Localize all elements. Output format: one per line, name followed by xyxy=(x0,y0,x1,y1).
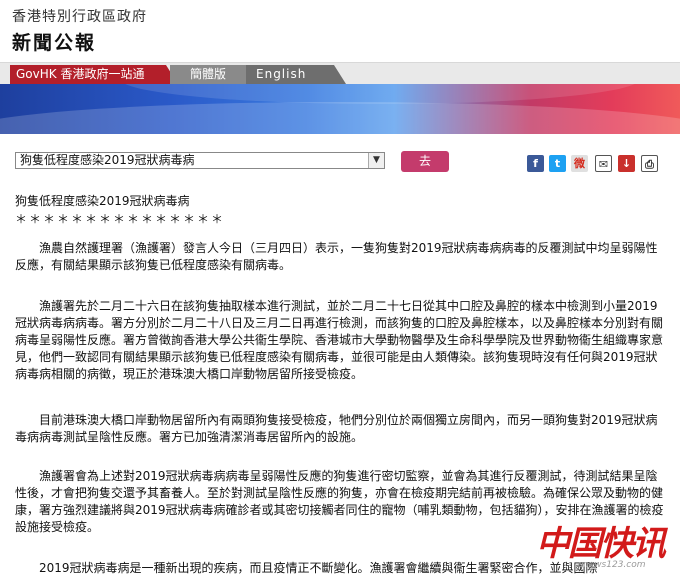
download-icon[interactable]: ↓ xyxy=(618,155,635,172)
site-watermark: 中国快讯 cnews123.com xyxy=(536,516,676,576)
chevron-down-icon[interactable]: ▼ xyxy=(368,153,384,168)
article-title: 狗隻低程度感染2019冠狀病毒病 xyxy=(15,194,190,208)
email-icon[interactable]: ✉ xyxy=(595,155,612,172)
weibo-icon[interactable]: 微 xyxy=(571,155,588,172)
language-nav: GovHK 香港政府一站通 簡體版 English xyxy=(0,62,680,84)
simplified-chinese-link[interactable]: 簡體版 xyxy=(170,65,260,84)
twitter-icon[interactable]: t xyxy=(549,155,566,172)
header-banner xyxy=(0,84,680,134)
site-header: 香港特別行政區政府 新聞公報 xyxy=(0,0,680,62)
article-paragraph: 漁護署先於二月二十六日在該狗隻抽取樣本進行測試，並於二月二十七日從其中口腔及鼻腔… xyxy=(15,299,664,381)
title-divider: ＊＊＊＊＊＊＊＊＊＊＊＊＊＊＊ xyxy=(15,212,226,226)
article-paragraph: 漁農自然護理署（漁護署）發言人今日（三月四日）表示，一隻狗隻對2019冠狀病毒病… xyxy=(15,241,658,272)
article-select-value: 狗隻低程度感染2019冠狀病毒病 xyxy=(20,153,195,167)
article-toolbar: 狗隻低程度感染2019冠狀病毒病 ▼ 去 f t 微 ✉ ↓ ⎙ xyxy=(0,140,680,180)
facebook-icon[interactable]: f xyxy=(527,155,544,172)
government-name: 香港特別行政區政府 xyxy=(12,9,147,25)
press-releases-title[interactable]: 新聞公報 xyxy=(12,28,96,55)
english-link[interactable]: English xyxy=(246,65,346,84)
go-button[interactable]: 去 xyxy=(401,151,449,172)
watermark-url: cnews123.com xyxy=(578,560,646,570)
article-select[interactable]: 狗隻低程度感染2019冠狀病毒病 ▼ xyxy=(15,152,385,169)
govhk-link[interactable]: GovHK 香港政府一站通 xyxy=(10,65,178,84)
watermark-logo: 中国快讯 xyxy=(536,524,666,564)
article-paragraph: 目前港珠澳大橋口岸動物居留所內有兩頭狗隻接受檢疫，牠們分別位於兩個獨立房間內，而… xyxy=(15,413,658,444)
print-icon[interactable]: ⎙ xyxy=(641,155,658,172)
